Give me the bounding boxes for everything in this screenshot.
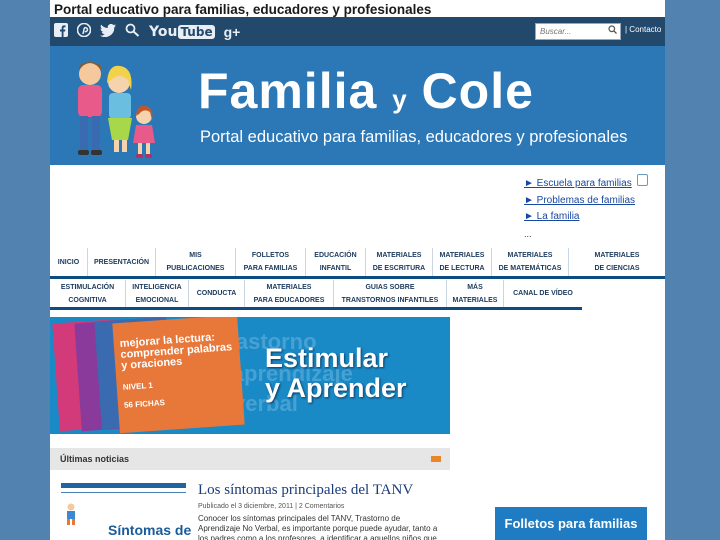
- quicklink-familia[interactable]: ► La familia: [524, 209, 635, 226]
- news-thumbnail[interactable]: Síntomas de: [61, 483, 191, 540]
- youtube-text-you: You: [149, 24, 178, 40]
- thumb-kid-icon: [67, 503, 75, 525]
- nav-materiales-matematicas[interactable]: MATERIALES DE MATEMÁTICAS: [492, 248, 569, 276]
- brand-word-y: y: [392, 84, 407, 114]
- twitter-icon[interactable]: [100, 21, 116, 43]
- banner-tagline: Portal educativo para familias, educador…: [200, 128, 628, 146]
- nav-canal-video[interactable]: CANAL DE VÍDEO: [504, 280, 582, 307]
- news-title[interactable]: Los síntomas principales del TANV: [198, 482, 413, 499]
- secondary-nav: ESTIMULACIÓN COGNITIVA INTELIGENCIA EMOC…: [50, 280, 582, 310]
- promo-banner[interactable]: trastorno de aprendizaje no verbal mejor…: [50, 317, 450, 434]
- book-title-3: y oraciones: [120, 355, 183, 372]
- nav-presentacion[interactable]: PRESENTACIÓN: [88, 248, 156, 276]
- site-title: Portal educativo para familias, educador…: [54, 2, 432, 17]
- book-count: 56 FICHAS: [123, 398, 166, 410]
- brand-word-cole: Cole: [406, 63, 534, 119]
- news-meta: Publicado el 3 diciembre, 2011 | 2 Comen…: [198, 503, 345, 510]
- rss-icon[interactable]: [431, 456, 441, 462]
- nav-inicio[interactable]: INICIO: [50, 248, 88, 276]
- nav-mis-publicaciones[interactable]: MIS PUBLICACIONES: [156, 248, 236, 276]
- main-nav: INICIO PRESENTACIÓN MIS PUBLICACIONES FO…: [50, 248, 665, 279]
- nav-materiales-escritura[interactable]: MATERIALES DE ESCRITURA: [366, 248, 433, 276]
- book-cover-front: mejorar la lectura: comprender palabras …: [112, 317, 245, 434]
- pinterest-icon[interactable]: [76, 21, 92, 43]
- widget-settings-icon[interactable]: [637, 174, 648, 186]
- news-header: Últimas noticias: [50, 448, 450, 470]
- book-level: NIVEL 1: [122, 380, 154, 392]
- facebook-icon[interactable]: [54, 21, 68, 43]
- quicklinks-more: ...: [524, 228, 532, 239]
- nav-materiales-lectura[interactable]: MATERIALES DE LECTURA: [433, 248, 492, 276]
- youtube-icon[interactable]: You Tube: [149, 21, 215, 43]
- nav-folletos[interactable]: FOLLETOS PARA FAMILIAS: [236, 248, 306, 276]
- nav-mas-materiales[interactable]: MÁS MATERIALES: [447, 280, 504, 307]
- search-input[interactable]: [536, 24, 608, 39]
- nav-educacion-infantil[interactable]: EDUCACIÓN INFANTIL: [306, 248, 366, 276]
- top-bar: YouTube g+ | Contacto: [50, 17, 665, 46]
- quicklink-problemas[interactable]: ► Problemas de familias: [524, 193, 635, 210]
- search-people-icon[interactable]: [125, 21, 140, 43]
- family-illustration: [78, 62, 155, 158]
- quick-links: ► Escuela para familias ► Problemas de f…: [524, 176, 635, 243]
- nav-conducta[interactable]: CONDUCTA: [189, 280, 245, 307]
- news-header-label: Últimas noticias: [60, 454, 130, 464]
- nav-materiales-educadores[interactable]: MATERIALES PARA EDUCADORES: [245, 280, 334, 307]
- brand-logo[interactable]: Familia y Cole: [198, 62, 534, 120]
- search-icon[interactable]: [608, 25, 617, 36]
- web-page: Portal educativo para familias, educador…: [50, 0, 665, 540]
- google-plus-icon[interactable]: g+: [224, 21, 241, 43]
- nav-inteligencia-emocional[interactable]: INTELIGENCIA EMOCIONAL: [126, 280, 189, 307]
- promo-title: Estimular y Aprender: [265, 343, 407, 403]
- news-excerpt: Conocer los síntomas principales del TAN…: [198, 514, 438, 540]
- nav-materiales-ciencias[interactable]: MATERIALES DE CIENCIAS: [569, 248, 665, 276]
- search-box[interactable]: [535, 23, 621, 40]
- nav-guias-trastornos[interactable]: GUIAS SOBRE TRANSTORNOS INFANTILES: [334, 280, 447, 307]
- nav-estimulacion-cognitiva[interactable]: ESTIMULACIÓN COGNITIVA: [50, 280, 126, 307]
- folletos-button[interactable]: Folletos para familias: [495, 507, 647, 540]
- youtube-text-tube: Tube: [178, 25, 215, 39]
- quicklink-escuela[interactable]: ► Escuela para familias: [524, 176, 635, 193]
- contact-link[interactable]: | Contacto: [625, 25, 661, 34]
- header-banner: Familia y Cole Portal educativo para fam…: [50, 46, 665, 165]
- thumb-top-bar: [61, 483, 186, 488]
- social-links: You Tube g+: [54, 21, 240, 43]
- thumb-text: Síntomas de: [108, 522, 192, 538]
- thumb-line: [61, 492, 186, 493]
- brand-word-familia: Familia: [198, 63, 393, 119]
